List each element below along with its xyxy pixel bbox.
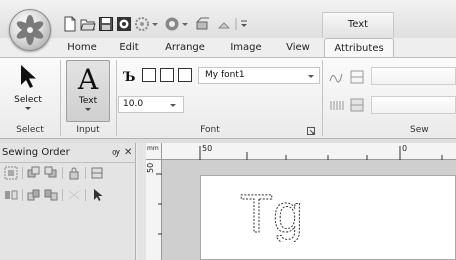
cut-icon[interactable] [67,188,81,202]
group-separator [322,60,323,136]
pin-panel-button[interactable]: ѹ [112,147,122,159]
dropdown-arrow-icon [85,108,91,111]
undo-icon[interactable] [194,16,210,32]
divider-icon [61,166,64,180]
text-button-label: Text [78,96,98,106]
font-size-value: 10.0 [123,99,144,109]
dropdown-arrow-icon [308,75,314,78]
font-style-box-3[interactable] [178,68,192,82]
sewing-order-toolbar-row-1 [4,165,134,181]
group-objects-icon[interactable] [27,188,41,202]
divider-icon [61,188,64,202]
group-label-sew: Sew [410,125,429,135]
divider-icon [21,188,24,202]
save-icon[interactable] [98,16,114,32]
font-size-select[interactable]: 10.0 [118,96,184,113]
ruler-label-h-2: 0 [402,144,408,153]
application-menu-button[interactable] [9,9,51,51]
select-button-label: Select [14,95,42,105]
dropdown-arrow-icon [170,104,176,107]
tab-arrange[interactable]: Arrange [160,38,210,58]
tab-edit[interactable]: Edit [114,38,144,58]
line-sew-icon[interactable] [348,68,366,86]
text-object-letters: Tg [240,184,303,242]
flower-logo-icon [16,15,44,45]
group-label-font: Font [200,125,220,135]
color-sort-icon[interactable] [4,188,18,202]
text-object[interactable]: Tg [236,180,316,243]
svg-text:A: A [77,63,99,93]
new-file-icon[interactable] [62,16,78,32]
quick-access-toolbar [62,14,250,34]
dropdown-arrow-icon[interactable] [182,16,188,32]
ungroup-objects-icon[interactable] [44,188,58,202]
font-name-select[interactable]: My font1 [198,67,320,84]
region-sew-icon[interactable] [348,96,366,114]
open-file-icon[interactable] [80,16,96,32]
lock-icon[interactable] [67,166,81,180]
vertical-ruler: 50 [146,160,162,260]
tab-home[interactable]: Home [64,38,100,58]
region-type-select[interactable] [371,96,456,114]
sewing-order-toolbar-row-2 [4,187,134,203]
sew-type-select[interactable] [371,67,456,85]
properties-icon[interactable] [90,166,104,180]
font-type-icon[interactable]: Ъ [122,68,138,84]
tab-attributes[interactable]: Attributes [324,38,394,58]
application-window: Text Home Edit Arrange Image View Attrib… [0,0,456,260]
divider-icon [84,188,87,202]
move-backward-icon[interactable] [44,166,58,180]
tab-view[interactable]: View [282,38,314,58]
letter-a-icon: A [77,63,99,93]
svg-text:Ъ: Ъ [123,70,135,84]
vertical-ruler-ticks [156,173,162,235]
font-style-box-2[interactable] [160,68,174,82]
pointer-icon[interactable] [90,188,104,202]
divider-icon [21,166,24,180]
close-panel-button[interactable]: ✕ [124,146,134,159]
satin-stitch-icon[interactable] [328,96,346,114]
divider-icon [84,166,87,180]
ruler-label-v-1: 50 [146,162,155,173]
workspace-splitter[interactable] [137,143,146,260]
select-all-icon[interactable] [4,166,18,180]
wave-line-icon[interactable] [328,68,346,86]
tab-image[interactable]: Image [226,38,266,58]
text-object-outline: Tg [240,184,304,243]
redo-icon[interactable] [216,16,232,32]
dropdown-arrow-icon [25,107,31,110]
ruler-unit-label: mm [147,145,159,152]
ruler-corner: mm [146,143,162,160]
sewing-icon[interactable] [134,16,150,32]
move-forward-icon[interactable] [27,166,41,180]
font-style-box-1[interactable] [142,68,156,82]
horizontal-ruler: 50 0 [162,143,456,160]
panel-title-divider [0,162,136,163]
context-tab-header: Text [322,12,394,38]
font-name-value: My font1 [205,70,245,80]
dropdown-arrow-icon[interactable] [152,16,158,32]
select-button[interactable]: Select [4,62,52,120]
group-separator [116,60,117,136]
group-label-select: Select [16,125,44,135]
arrow-cursor-icon [21,65,36,88]
dialog-launcher-icon[interactable] [307,127,316,136]
color-wheel-icon[interactable] [164,16,180,32]
thread-color-icon[interactable] [116,16,132,32]
text-input-button[interactable]: A Text [66,60,110,122]
group-label-input: Input [76,125,100,135]
separator [234,16,238,32]
customize-dropdown-icon[interactable] [240,16,248,32]
ruler-label-h-1: 50 [202,144,213,153]
